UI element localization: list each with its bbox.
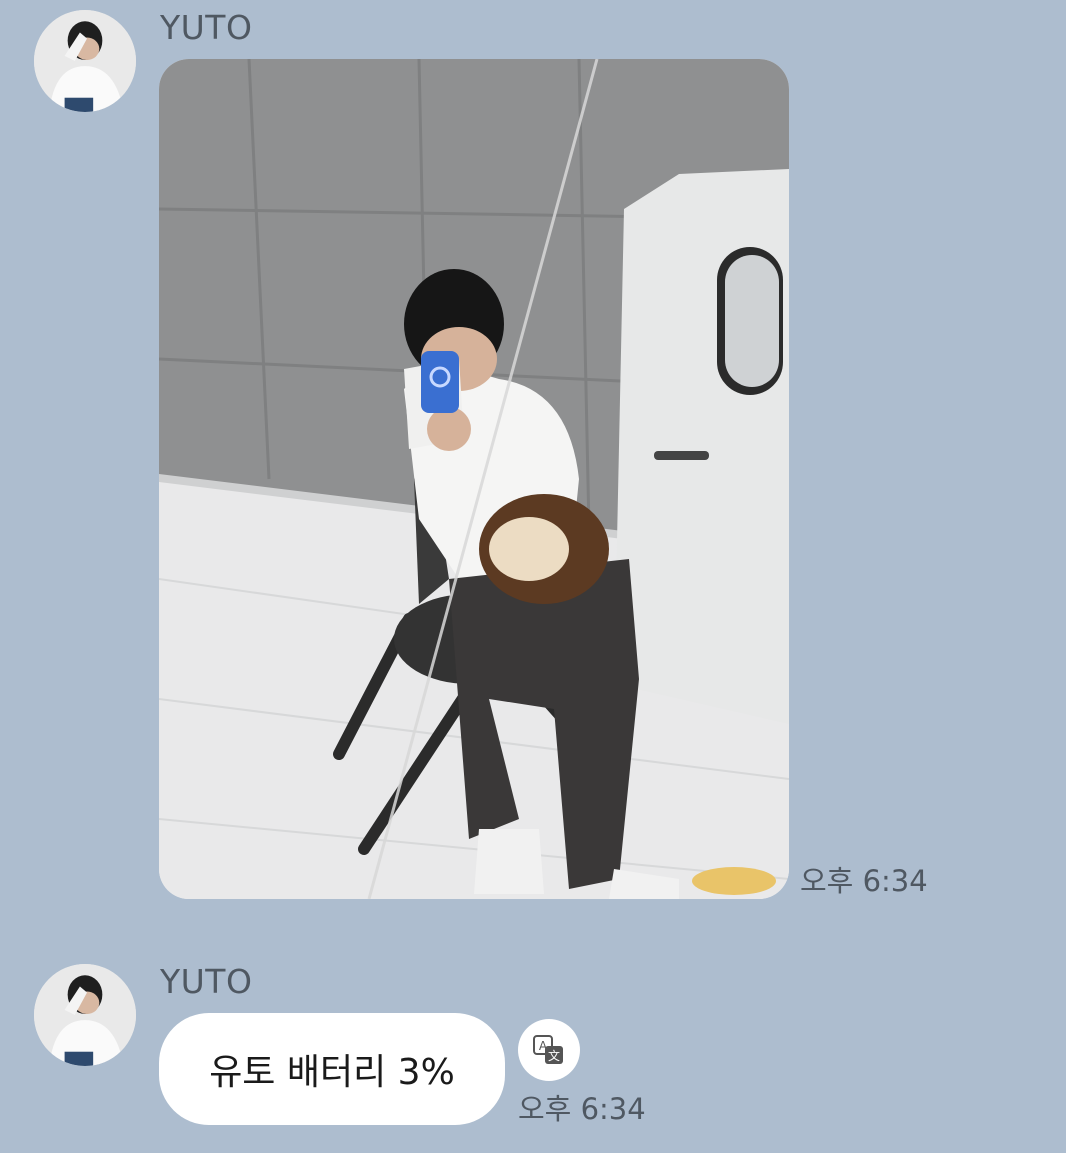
message-text: 유토 배터리 3% (209, 1052, 455, 1093)
message-time: 오후 6:34 (800, 864, 928, 898)
sender-name: YUTO (160, 8, 253, 47)
translate-button[interactable]: A 文 (518, 1019, 580, 1081)
translate-icon: A 文 (533, 1035, 563, 1064)
svg-text:文: 文 (548, 1048, 560, 1063)
sender-name: YUTO (160, 962, 253, 1001)
message-time: 오후 6:34 (518, 1092, 646, 1126)
message-bubble[interactable]: 유토 배터리 3% (159, 1013, 505, 1125)
photo-message[interactable] (159, 59, 789, 899)
mirror-selfie-photo (159, 59, 789, 899)
sender-avatar[interactable] (34, 964, 136, 1066)
sender-avatar[interactable] (34, 10, 136, 112)
avatar-image (34, 10, 136, 112)
avatar-image (34, 964, 136, 1066)
